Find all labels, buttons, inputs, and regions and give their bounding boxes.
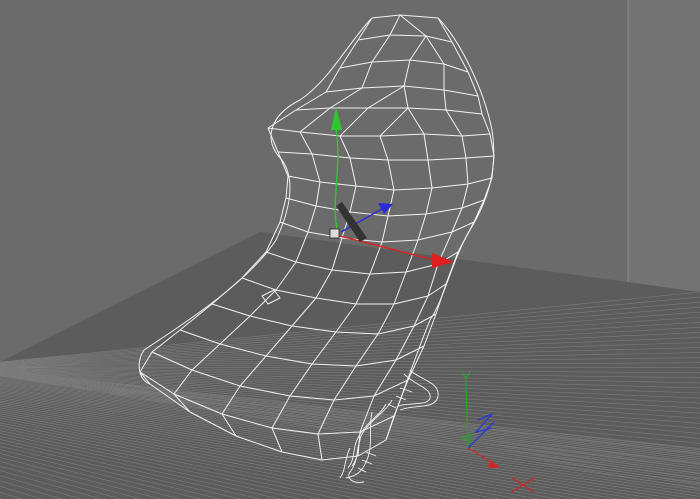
3d-viewport[interactable] xyxy=(0,0,700,499)
pivot-cube-icon[interactable] xyxy=(329,228,340,239)
viewport-canvas[interactable] xyxy=(0,0,700,499)
